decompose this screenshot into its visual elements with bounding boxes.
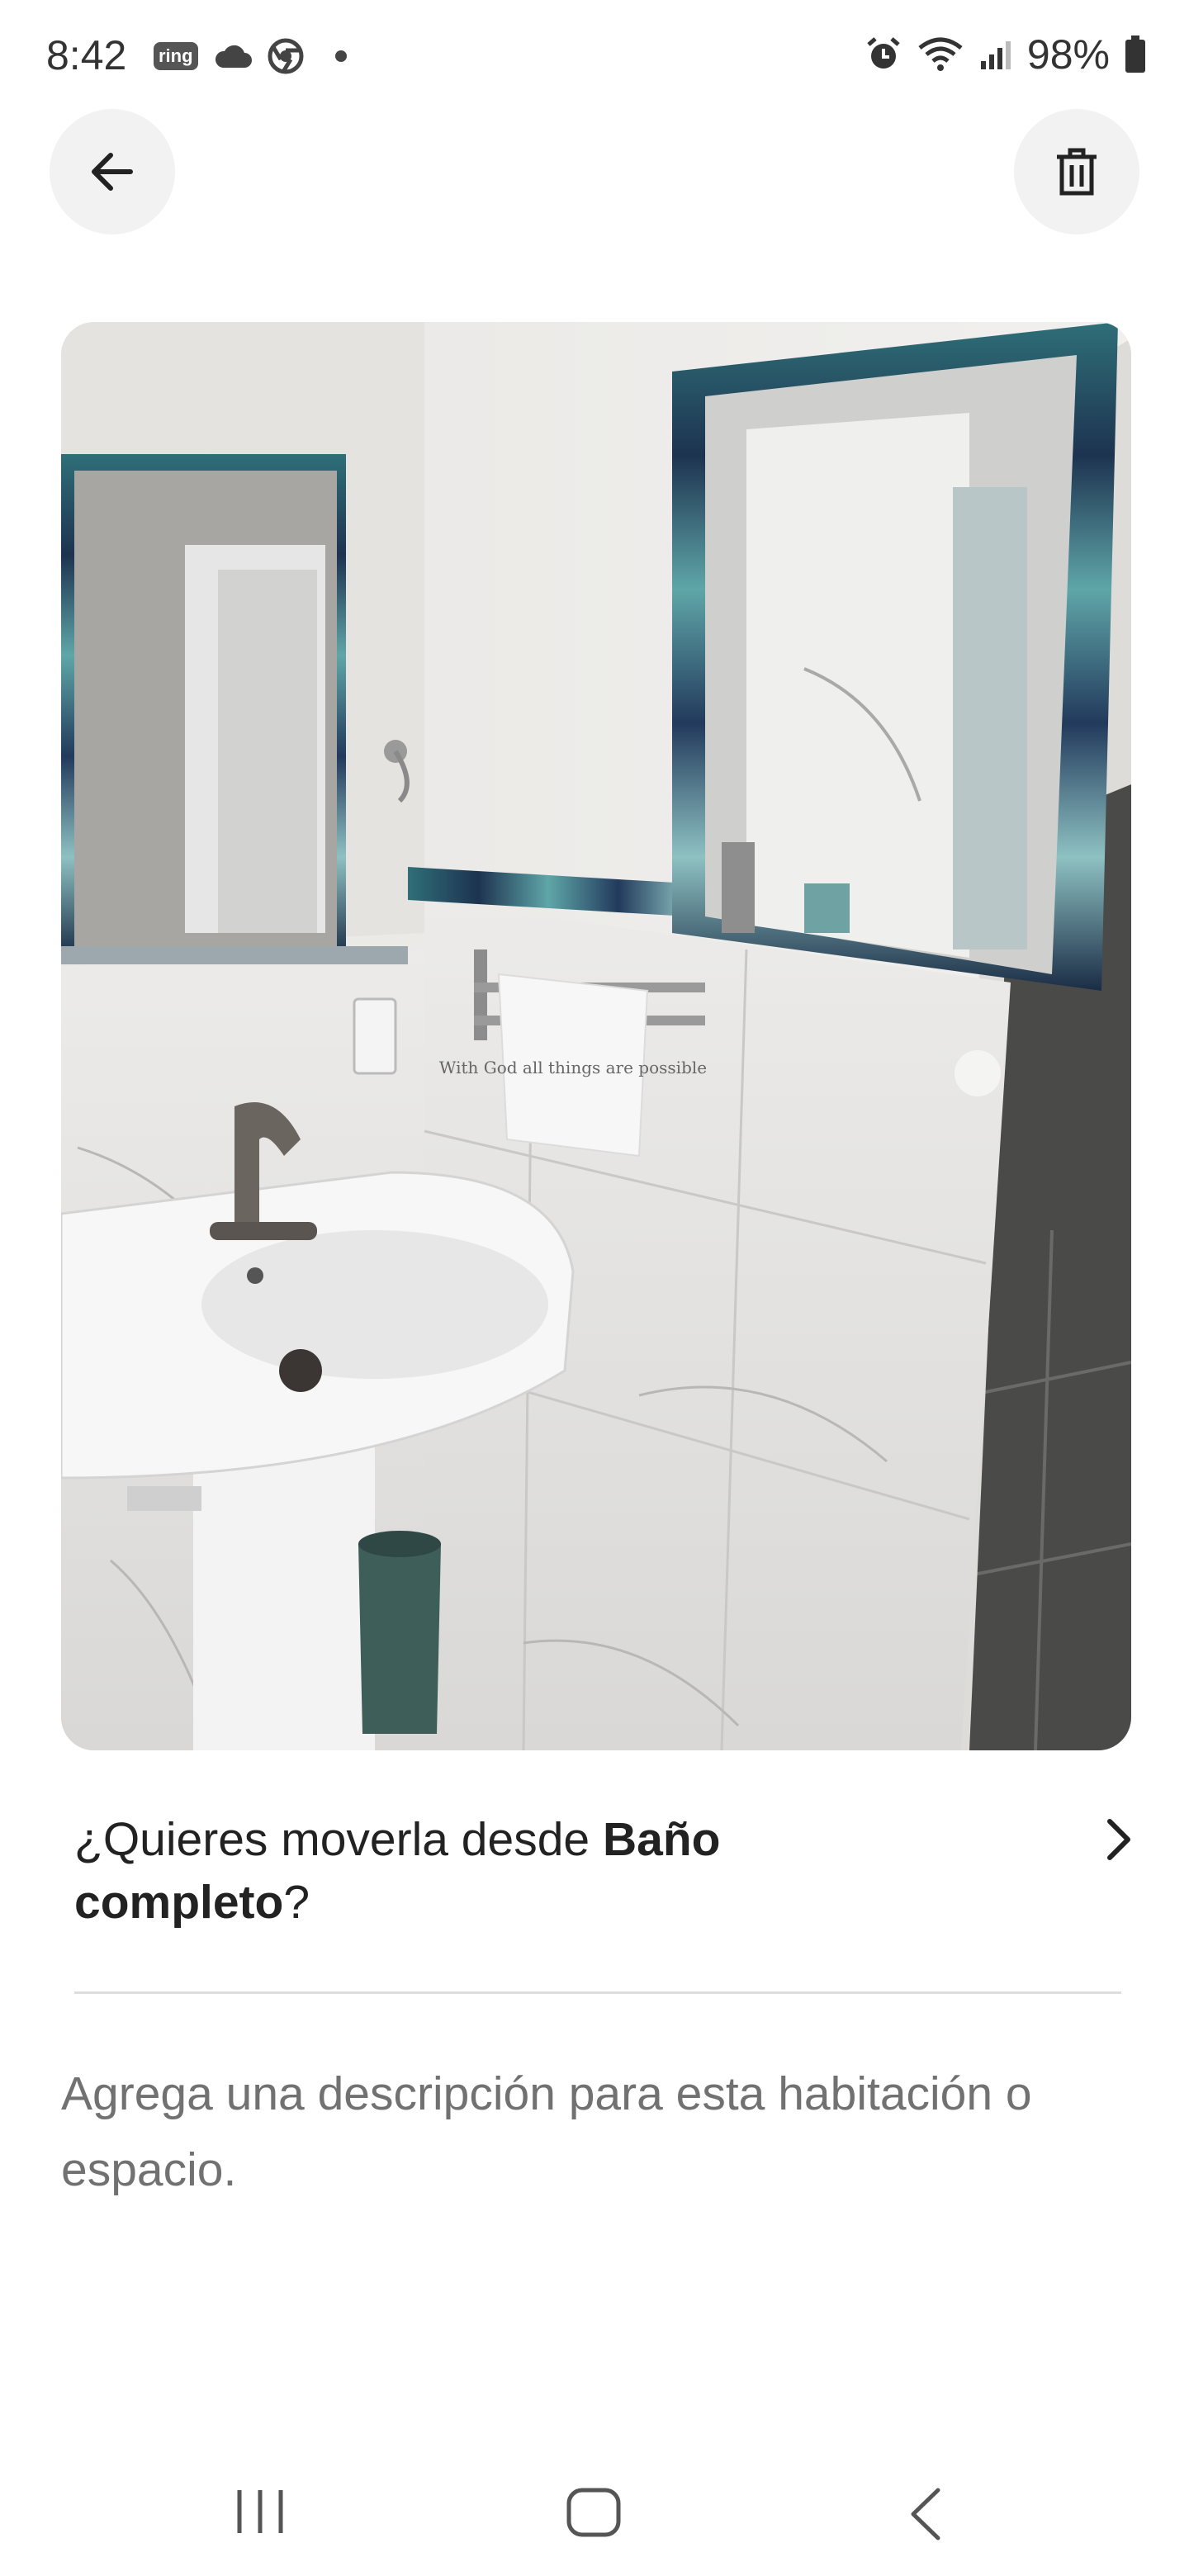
description-input[interactable]: Agrega una descripción para esta habitac…	[61, 2056, 1135, 2208]
move-room-text: ¿Quieres moverla desde Baño completo?	[74, 1808, 883, 1934]
ring-app-icon: ring	[154, 42, 198, 70]
bathroom-image: With God all things are possible	[61, 322, 1131, 1750]
battery-icon	[1125, 36, 1145, 73]
move-suffix: ?	[283, 1876, 310, 1929]
cloud-icon	[215, 45, 252, 68]
navigation-bar	[0, 2444, 1189, 2576]
trash-icon	[1057, 148, 1097, 196]
room-photo[interactable]: With God all things are possible	[61, 322, 1131, 1750]
home-icon[interactable]	[565, 2487, 623, 2538]
move-room-row[interactable]: ¿Quieres moverla desde Baño completo?	[74, 1808, 1139, 1982]
recents-icon[interactable]	[231, 2487, 289, 2536]
arrow-left-icon	[92, 153, 133, 191]
delete-button[interactable]	[1014, 109, 1139, 234]
chevron-right-icon	[1107, 1819, 1130, 1860]
chrome-icon	[268, 38, 304, 74]
wifi-icon	[918, 37, 963, 71]
towel-text: With God all things are possible	[439, 1058, 707, 1077]
back-button[interactable]	[50, 109, 175, 234]
notification-icons: ring	[154, 33, 347, 79]
status-bar: 8:42 ring 98%	[0, 0, 1189, 116]
system-icons: 98%	[865, 30, 1146, 79]
alarm-icon	[867, 37, 900, 69]
divider	[74, 1991, 1121, 1994]
signal-icon	[980, 41, 1011, 69]
battery-percent: 98%	[1026, 31, 1110, 78]
move-prefix: ¿Quieres moverla desde	[74, 1813, 603, 1866]
status-time: 8:42	[46, 32, 127, 78]
back-icon[interactable]	[905, 2487, 946, 2541]
more-notifications-dot	[334, 50, 347, 62]
